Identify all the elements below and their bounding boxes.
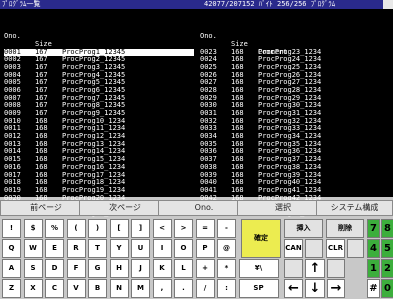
char-key[interactable]: : (217, 279, 236, 298)
char-key[interactable]: S (23, 259, 43, 278)
char-key[interactable]: - (217, 219, 236, 238)
char-key[interactable]: ¥\ (238, 259, 279, 278)
char-key[interactable]: I (152, 239, 172, 258)
char-key[interactable]: ! (2, 219, 21, 238)
char-key[interactable]: Y (109, 239, 129, 258)
blank-key[interactable] (327, 259, 345, 278)
left-arrow-key[interactable]: ← (284, 279, 303, 298)
char-key[interactable]: ] (131, 219, 150, 238)
numpad-key[interactable]: 0 (381, 279, 393, 298)
char-key[interactable]: + (195, 259, 215, 278)
char-key[interactable]: < (152, 219, 172, 238)
char-key[interactable]: R (66, 239, 86, 258)
char-key[interactable]: T (88, 239, 107, 258)
char-key[interactable]: . (174, 279, 193, 298)
header-ono: Ono. (200, 32, 217, 41)
numpad-key[interactable]: 7 (367, 219, 380, 238)
char-key[interactable]: X (23, 279, 43, 298)
numpad-key[interactable]: 5 (381, 239, 393, 258)
char-key[interactable]: H (109, 259, 129, 278)
status-indicator (383, 0, 393, 9)
char-key[interactable]: * (217, 259, 236, 278)
char-key[interactable]: Q (2, 239, 21, 258)
program-list-panel: ﾌﾟﾛｸﾞﾗﾑ一覧 42077/207152 ﾊﾞｲﾄ 256/256 ﾌﾟﾛｸ… (0, 0, 393, 217)
char-key[interactable]: $ (23, 219, 43, 238)
list-header: Ono. Size Comment (4, 25, 194, 55)
char-key[interactable]: N (109, 279, 129, 298)
char-key[interactable]: = (195, 219, 215, 238)
char-key[interactable]: @ (217, 239, 236, 258)
char-key[interactable]: ) (88, 219, 107, 238)
header-ono: Ono. (4, 32, 21, 41)
char-key[interactable]: J (131, 259, 150, 278)
char-key[interactable]: % (45, 219, 64, 238)
screen-title: ﾌﾟﾛｸﾞﾗﾑ一覧 (2, 0, 41, 8)
arrow-up-icon: ↑ (309, 261, 321, 276)
program-list-right-column: Ono. Size Comment 0023 168 ProcProg23_1234… (200, 10, 390, 218)
program-list-left-column: Ono. Size Comment 0001167ProcProg1_12345… (4, 10, 194, 218)
delete-key[interactable]: 削除 (326, 219, 364, 238)
softkey-bar: 前ページ 次ページ Ono. 選択 システム構成 (0, 200, 393, 216)
numpad-key[interactable]: 2 (381, 259, 393, 278)
arrow-right-icon: → (330, 281, 342, 296)
char-key[interactable]: W (23, 239, 43, 258)
blank-key[interactable] (305, 239, 323, 258)
char-key[interactable]: E (45, 239, 64, 258)
char-key[interactable]: L (174, 259, 193, 278)
memory-status: 42077/207152 ﾊﾞｲﾄ 256/256 ﾌﾟﾛｸﾞﾗﾑ (204, 0, 336, 8)
char-key[interactable]: U (131, 239, 150, 258)
char-key[interactable]: B (88, 279, 107, 298)
char-key[interactable]: SP (238, 279, 279, 298)
right-arrow-key[interactable]: → (327, 279, 345, 298)
char-key[interactable]: A (2, 259, 21, 278)
char-key[interactable]: / (195, 279, 215, 298)
insert-key[interactable]: 挿入 (284, 219, 323, 238)
char-key[interactable]: P (195, 239, 215, 258)
confirm-key[interactable]: 確定 (241, 219, 281, 258)
char-key[interactable]: Z (2, 279, 21, 298)
title-bar: ﾌﾟﾛｸﾞﾗﾑ一覧 42077/207152 ﾊﾞｲﾄ 256/256 ﾌﾟﾛｸ… (0, 0, 393, 9)
char-key[interactable]: G (88, 259, 107, 278)
list-header: Ono. Size Comment (200, 25, 390, 55)
char-key[interactable]: F (66, 259, 86, 278)
down-arrow-key[interactable]: ↓ (305, 279, 325, 298)
numpad-key[interactable]: 4 (367, 239, 380, 258)
char-key[interactable]: O (174, 239, 193, 258)
clr-key[interactable]: CLR (326, 239, 345, 258)
char-key[interactable]: V (66, 279, 86, 298)
char-key[interactable]: C (45, 279, 64, 298)
system-config-button[interactable]: システム構成 (316, 200, 393, 216)
char-key[interactable]: [ (109, 219, 129, 238)
arrow-left-icon: ← (288, 281, 299, 296)
can-key[interactable]: CAN (284, 239, 303, 258)
arrow-down-icon: ↓ (309, 281, 321, 296)
char-key[interactable]: > (174, 219, 193, 238)
numpad-key[interactable]: # (367, 279, 380, 298)
char-key[interactable]: D (45, 259, 64, 278)
up-arrow-key[interactable]: ↑ (305, 259, 325, 278)
char-key[interactable]: ( (66, 219, 86, 238)
numpad-key[interactable]: 8 (381, 219, 393, 238)
char-key[interactable]: , (152, 279, 172, 298)
numpad-key[interactable]: 1 (367, 259, 380, 278)
char-key[interactable]: M (131, 279, 150, 298)
blank-key[interactable] (284, 259, 303, 278)
soft-keyboard: ! $%()[] < > = - Q W E R T Y U I O P @ A S D F G H J K L + * ¥\ Z X C V B… (0, 219, 393, 299)
char-key[interactable]: K (152, 259, 172, 278)
blank-key[interactable] (347, 239, 364, 258)
